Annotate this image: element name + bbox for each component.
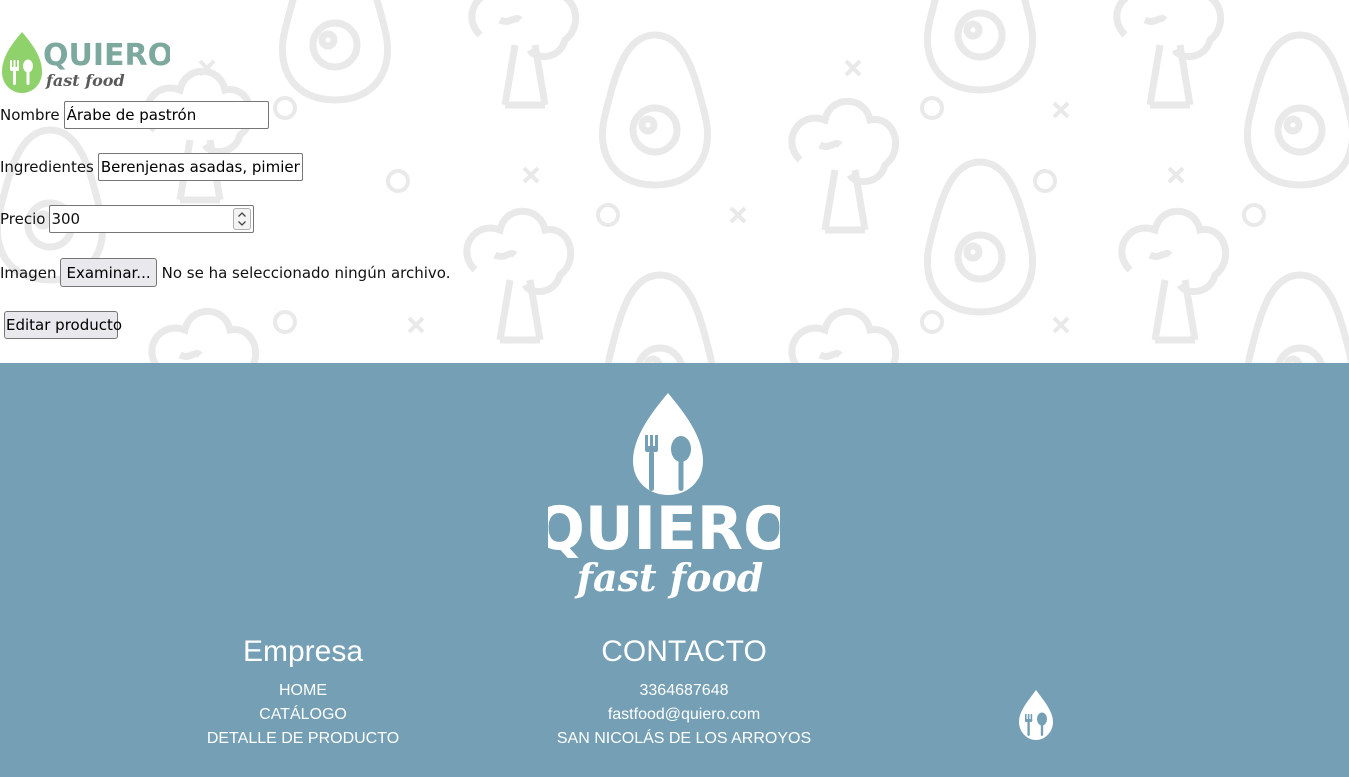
- contact-address: SAN NICOLÁS DE LOS ARROYOS: [556, 730, 812, 747]
- quiero-logo[interactable]: QUIERO fast food: [0, 30, 170, 94]
- footer-logo[interactable]: QUIERO fast food: [548, 391, 780, 601]
- home-link[interactable]: HOME: [279, 682, 327, 699]
- footer-brand-name: QUIERO: [548, 494, 780, 564]
- ingredientes-input[interactable]: [97, 153, 303, 181]
- nombre-input[interactable]: [63, 101, 269, 129]
- ingredientes-row: Ingredientes: [0, 153, 303, 181]
- footer-brand-tagline: fast food: [574, 555, 764, 600]
- browse-file-button[interactable]: Examinar...: [60, 258, 157, 287]
- footer-link-catalogo[interactable]: CATÁLOGO: [143, 703, 463, 727]
- spinner-icon[interactable]: [233, 208, 252, 230]
- nombre-row: Nombre: [0, 101, 269, 129]
- contacto-items: 3364687648 fastfood@quiero.com SAN NICOL…: [524, 679, 844, 751]
- footer-drop-icon: [633, 393, 703, 495]
- catalogo-link[interactable]: CATÁLOGO: [259, 706, 347, 723]
- submit-row: Editar producto: [4, 311, 122, 339]
- precio-input[interactable]: 300: [49, 205, 255, 233]
- file-status-text: No se ha seleccionado ningún archivo.: [161, 263, 451, 282]
- precio-row: Precio 300: [0, 205, 255, 233]
- precio-label: Precio: [0, 210, 46, 228]
- contact-email: fastfood@quiero.com: [607, 706, 761, 723]
- fork-spoon-drop-icon: [1019, 690, 1053, 740]
- imagen-row: Imagen Examinar... No se ha seleccionado…: [0, 258, 451, 287]
- detalle-producto-link[interactable]: DETALLE DE PRODUCTO: [207, 730, 399, 747]
- ingredientes-label: Ingredientes: [0, 158, 94, 176]
- empresa-column: Empresa HOME CATÁLOGO DETALLE DE PRODUCT…: [143, 633, 463, 751]
- contacto-column: CONTACTO 3364687648 fastfood@quiero.com …: [524, 633, 844, 751]
- nombre-label: Nombre: [0, 106, 60, 124]
- top-section: QUIERO fast food Nombre Ingredientes Pre…: [0, 0, 1349, 363]
- empresa-title: Empresa: [242, 635, 364, 668]
- brand-name: QUIERO: [43, 38, 170, 73]
- editar-producto-button[interactable]: Editar producto: [4, 311, 122, 339]
- logo-drop-icon: [2, 32, 42, 93]
- contacto-title: CONTACTO: [601, 635, 767, 668]
- food-pattern-background: [0, 0, 1349, 363]
- imagen-label: Imagen: [0, 263, 57, 282]
- precio-value: 300: [51, 210, 81, 228]
- footer-link-home[interactable]: HOME: [143, 679, 463, 703]
- brand-tagline: fast food: [45, 71, 125, 90]
- footer-link-detalle[interactable]: DETALLE DE PRODUCTO: [143, 727, 463, 751]
- contact-phone: 3364687648: [639, 682, 729, 699]
- empresa-links: HOME CATÁLOGO DETALLE DE PRODUCTO: [143, 679, 463, 751]
- footer: QUIERO fast food Empresa HOME CATÁLOGO D…: [0, 363, 1349, 777]
